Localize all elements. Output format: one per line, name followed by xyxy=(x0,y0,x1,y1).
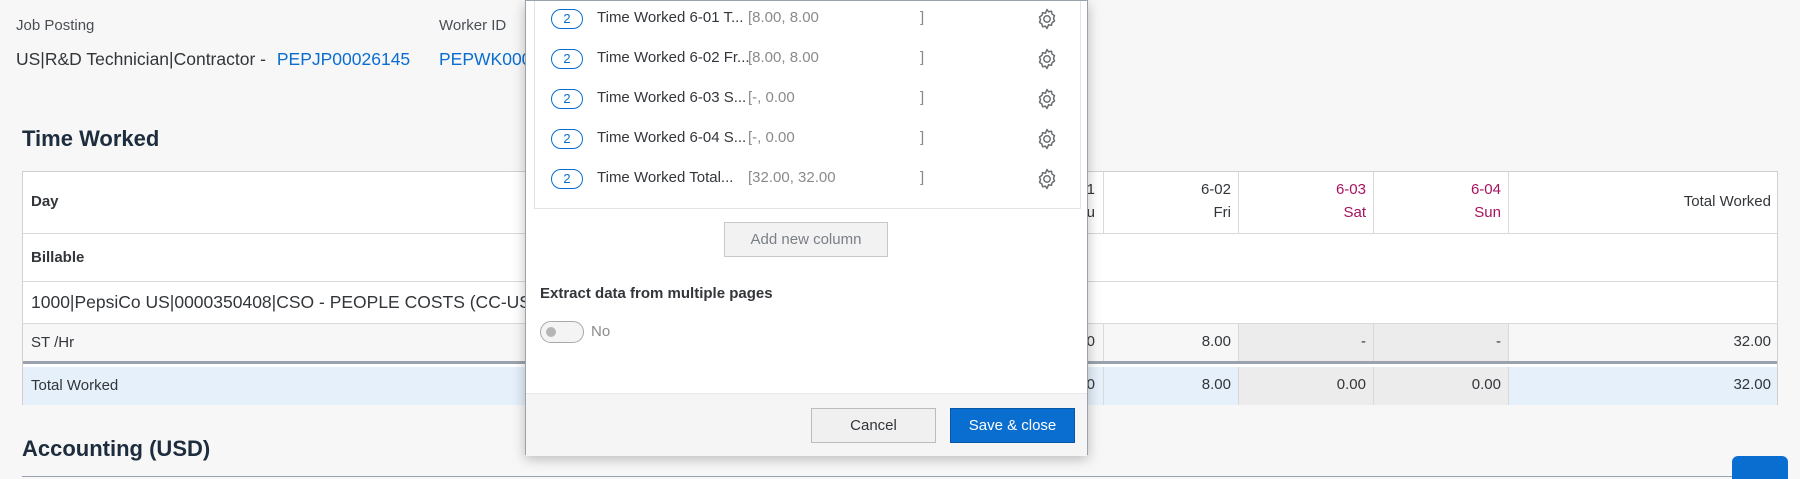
count-badge: 2 xyxy=(551,169,583,189)
column-range: [8.00, 8.00 xyxy=(748,49,819,66)
gear-icon[interactable] xyxy=(1035,127,1059,151)
column-header-weekday: Sun xyxy=(1474,204,1501,221)
total-worked-label: Total Worked xyxy=(31,377,119,394)
col-divider xyxy=(1103,324,1104,361)
col-divider xyxy=(1508,172,1509,233)
column-list: 2 Time Worked 6-01 T... [8.00, 8.00 ] 2 … xyxy=(534,1,1081,209)
job-posting-text: US|R&D Technician|Contractor - xyxy=(16,49,266,69)
save-and-close-button[interactable]: Save & close xyxy=(950,408,1075,443)
col-divider xyxy=(1238,172,1239,233)
total-worked-header: Total Worked xyxy=(1683,193,1771,210)
dialog-footer: Cancel Save & close xyxy=(526,393,1087,456)
column-range-close: ] xyxy=(920,49,925,66)
worker-id-link[interactable]: PEPWK000 xyxy=(439,49,531,70)
list-item[interactable]: 2 Time Worked 6-01 T... [8.00, 8.00 ] xyxy=(535,1,1080,41)
gear-icon[interactable] xyxy=(1035,87,1059,111)
st-hr-value: 32.00 xyxy=(1733,333,1771,350)
col-divider xyxy=(1373,172,1374,233)
job-posting-label: Job Posting xyxy=(16,17,95,34)
job-posting-value: US|R&D Technician|Contractor - PEPJP0002… xyxy=(16,49,410,70)
st-hr-value: - xyxy=(1496,333,1501,350)
column-header-weekday: Sat xyxy=(1343,204,1366,221)
col-divider xyxy=(1103,367,1104,405)
column-header-weekday: Fri xyxy=(1213,204,1232,221)
col-divider xyxy=(1508,367,1509,405)
job-posting-link[interactable]: PEPJP00026145 xyxy=(277,49,410,69)
column-range: [-, 0.00 xyxy=(748,89,795,106)
gear-icon[interactable] xyxy=(1035,167,1059,191)
column-header-date: 6-04 xyxy=(1470,181,1501,198)
col-divider xyxy=(1508,324,1509,361)
column-header-date: 6-02 xyxy=(1200,181,1231,198)
total-worked-value: 32.00 xyxy=(1733,376,1771,393)
floating-action-button[interactable] xyxy=(1732,456,1788,479)
count-badge: 2 xyxy=(551,49,583,69)
column-range-close: ] xyxy=(920,169,925,186)
list-item[interactable]: 2 Time Worked 6-03 S... [-, 0.00 ] xyxy=(535,81,1080,121)
toggle-knob xyxy=(546,327,556,337)
column-settings-dialog: 2 Time Worked 6-01 T... [8.00, 8.00 ] 2 … xyxy=(525,0,1088,456)
list-item[interactable]: 2 Time Worked 6-04 S... [-, 0.00 ] xyxy=(535,121,1080,161)
toggle-state-label: No xyxy=(591,323,611,340)
st-hr-label: ST /Hr xyxy=(31,334,75,351)
st-hr-value: 8.00 xyxy=(1201,333,1231,350)
day-header: Day xyxy=(31,193,59,210)
column-range-close: ] xyxy=(920,89,925,106)
count-badge: 2 xyxy=(551,129,583,149)
gear-icon[interactable] xyxy=(1035,47,1059,71)
total-worked-value: 0.00 xyxy=(1471,376,1501,393)
accounting-title: Accounting (USD) xyxy=(22,436,211,461)
gear-icon[interactable] xyxy=(1035,7,1059,31)
add-new-column-button[interactable]: Add new column xyxy=(724,222,888,257)
column-range: [-, 0.00 xyxy=(748,129,795,146)
count-badge: 2 xyxy=(551,9,583,29)
cancel-button[interactable]: Cancel xyxy=(811,408,936,443)
column-name: Time Worked Total... xyxy=(597,169,734,186)
column-name: Time Worked 6-04 S... xyxy=(597,129,747,146)
column-range: [32.00, 32.00 xyxy=(748,169,836,186)
extract-multiple-pages-toggle[interactable] xyxy=(540,321,584,343)
st-hr-value: - xyxy=(1361,333,1366,350)
column-name: Time Worked 6-01 T... xyxy=(597,9,744,26)
time-worked-title: Time Worked xyxy=(22,126,160,151)
extract-multiple-pages-label: Extract data from multiple pages xyxy=(540,285,773,302)
count-badge: 2 xyxy=(551,89,583,109)
column-name: Time Worked 6-03 S... xyxy=(597,89,747,106)
total-worked-value: 8.00 xyxy=(1201,376,1231,393)
worker-id-label: Worker ID xyxy=(439,17,507,34)
list-item[interactable]: 2 Time Worked 6-02 Fr... [8.00, 8.00 ] xyxy=(535,41,1080,81)
column-range-close: ] xyxy=(920,129,925,146)
column-name: Time Worked 6-02 Fr... xyxy=(597,49,750,66)
column-header-date: 6-03 xyxy=(1335,181,1366,198)
accounting-divider xyxy=(22,476,1738,477)
cost-center-label: 1000|PepsiCo US|0000350408|CSO - PEOPLE … xyxy=(31,292,531,312)
total-worked-value: 0.00 xyxy=(1336,376,1366,393)
column-range: [8.00, 8.00 xyxy=(748,9,819,26)
list-item[interactable]: 2 Time Worked Total... [32.00, 32.00 ] xyxy=(535,161,1080,201)
col-divider xyxy=(1103,172,1104,233)
column-range-close: ] xyxy=(920,9,925,26)
billable-label: Billable xyxy=(31,249,85,266)
